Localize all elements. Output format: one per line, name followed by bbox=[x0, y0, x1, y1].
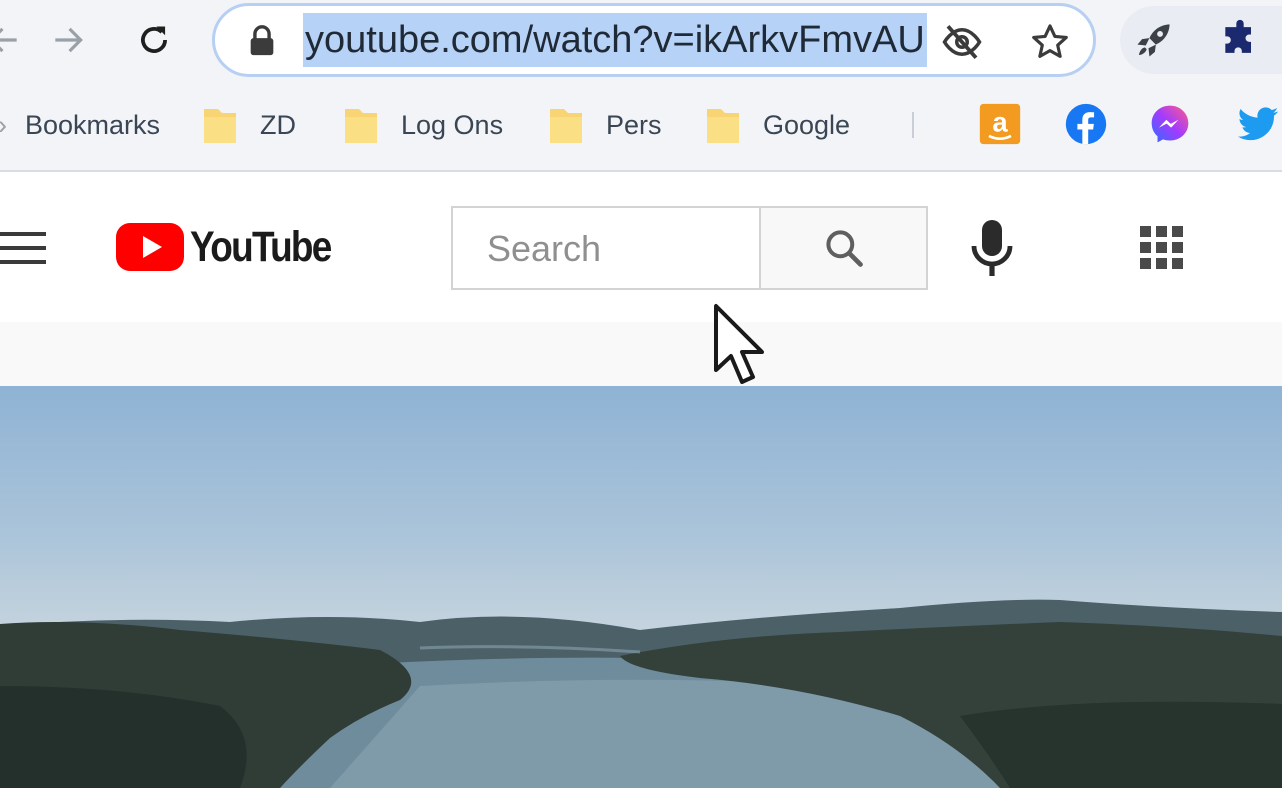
youtube-header: YouTube bbox=[0, 172, 1282, 322]
bookmark-folder-zd[interactable]: ZD bbox=[202, 84, 296, 166]
mouse-cursor-icon bbox=[714, 304, 764, 384]
video-frame-lake-landscape bbox=[0, 599, 1282, 788]
back-arrow-icon bbox=[0, 27, 17, 53]
youtube-logo-icon[interactable] bbox=[116, 222, 184, 272]
amazon-icon[interactable]: a bbox=[978, 102, 1022, 146]
bookmark-folder-label: ZD bbox=[260, 109, 296, 140]
svg-text:a: a bbox=[992, 106, 1008, 137]
mic-icon[interactable] bbox=[966, 218, 1018, 278]
reload-icon bbox=[141, 26, 167, 53]
bookmark-folder-label: Pers bbox=[606, 109, 662, 140]
bookmarks-menu[interactable]: › Bookmarks bbox=[0, 84, 160, 166]
folder-icon bbox=[707, 109, 739, 143]
folder-icon bbox=[204, 109, 236, 143]
search-field[interactable] bbox=[451, 206, 759, 290]
address-bar[interactable]: youtube.com/watch?v=ikArkvFmvAU bbox=[212, 3, 1096, 77]
bookmarks-divider bbox=[912, 112, 914, 138]
video-player[interactable] bbox=[0, 386, 1282, 788]
folder-icon bbox=[345, 109, 377, 143]
bookmark-folder-google[interactable]: Google bbox=[705, 84, 850, 166]
messenger-icon[interactable] bbox=[1148, 102, 1192, 146]
forward-button[interactable] bbox=[40, 12, 96, 68]
forward-arrow-icon bbox=[55, 27, 83, 53]
search-input[interactable] bbox=[485, 208, 749, 290]
puzzle-icon[interactable] bbox=[1218, 18, 1262, 62]
bookmark-folder-log-ons[interactable]: Log Ons bbox=[343, 84, 503, 166]
back-button[interactable] bbox=[0, 12, 32, 68]
twitter-icon[interactable] bbox=[1236, 102, 1280, 146]
menu-icon[interactable] bbox=[0, 228, 48, 268]
chevron-icon: › bbox=[0, 110, 7, 141]
bookmarks-label: Bookmarks bbox=[25, 109, 161, 140]
bookmark-folder-label: Log Ons bbox=[401, 109, 504, 140]
search-button[interactable] bbox=[759, 206, 928, 290]
bookmark-folder-pers[interactable]: Pers bbox=[548, 84, 662, 166]
facebook-icon[interactable] bbox=[1064, 102, 1108, 146]
search-icon bbox=[825, 230, 863, 267]
lock-icon[interactable] bbox=[247, 24, 277, 58]
reload-button[interactable] bbox=[126, 12, 182, 68]
url-text[interactable]: youtube.com/watch?v=ikArkvFmvAU bbox=[303, 13, 927, 67]
folder-icon bbox=[550, 109, 582, 143]
eye-off-icon[interactable] bbox=[941, 21, 983, 63]
bookmark-folder-label: Google bbox=[763, 109, 851, 140]
rocket-icon[interactable] bbox=[1132, 18, 1176, 62]
browser-toolbar: youtube.com/watch?v=ikArkvFmvAU bbox=[0, 0, 1282, 84]
extensions-area bbox=[1120, 6, 1282, 74]
youtube-wordmark[interactable]: YouTube bbox=[190, 220, 332, 274]
apps-grid-icon[interactable] bbox=[1138, 224, 1186, 272]
page-spacer bbox=[0, 322, 1282, 386]
star-icon[interactable] bbox=[1029, 21, 1071, 63]
